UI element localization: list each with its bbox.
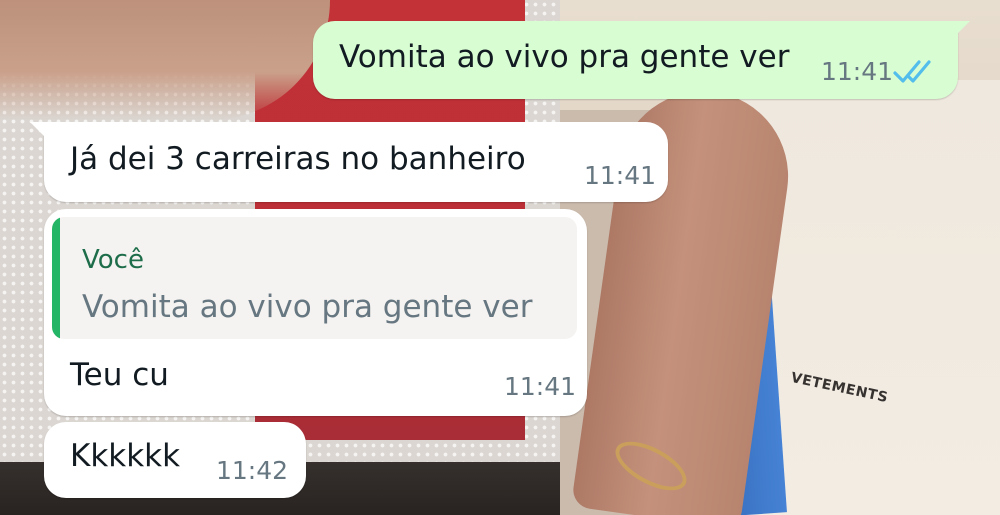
message-bubble-incoming[interactable]: Já dei 3 carreiras no banheiro 11:41 [30,122,668,202]
message-time: 11:41 [584,161,657,190]
message-bubble-reply[interactable]: Você Vomita ao vivo pra gente ver Teu cu… [44,209,587,416]
message-time: 11:41 [821,57,894,86]
message-bubble-outgoing[interactable]: Vomita ao vivo pra gente ver 11:41 [313,21,970,99]
message-bubble-incoming[interactable]: Kkkkkk 11:42 [44,422,306,498]
message-time: 11:42 [216,456,289,485]
message-text: Teu cu [70,357,169,393]
message-text: Vomita ao vivo pra gente ver [339,39,790,75]
quote-accent-bar [52,217,60,339]
message-text: Já dei 3 carreiras no banheiro [70,141,526,177]
message-time: 11:41 [504,372,577,401]
quoted-text: Vomita ao vivo pra gente ver [82,289,533,325]
message-list[interactable]: Vomita ao vivo pra gente ver 11:41 Já de… [0,0,1000,515]
quoted-author: Você [82,245,144,275]
message-text: Kkkkkk [70,438,181,474]
double-check-icon [893,60,931,83]
quoted-message[interactable]: Você Vomita ao vivo pra gente ver [52,217,577,339]
